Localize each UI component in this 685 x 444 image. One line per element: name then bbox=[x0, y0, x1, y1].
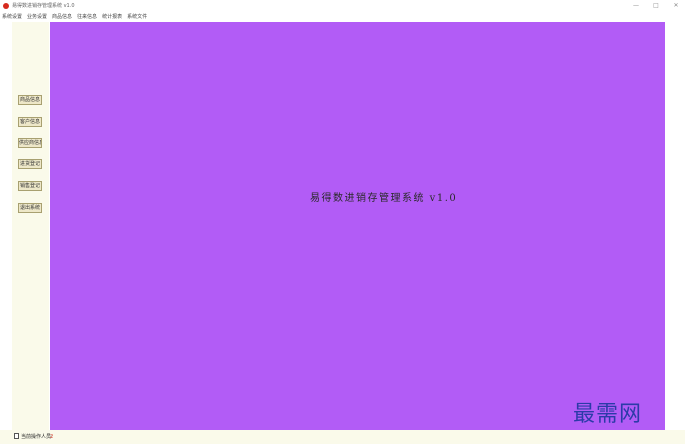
sidebar-button-customers[interactable]: 客户信息 bbox=[18, 117, 42, 127]
close-button[interactable]: ✕ bbox=[673, 0, 679, 12]
status-bar: 当前操作人员: 2 bbox=[0, 430, 685, 444]
status-count: 2 bbox=[50, 434, 54, 440]
sidebar-button-products[interactable]: 商品信息 bbox=[18, 95, 42, 105]
menu-system-files[interactable]: 系统文件 bbox=[127, 12, 147, 22]
sidebar: 商品信息 客户信息 供应商信息 进货登记 销售登记 退出系统 bbox=[12, 22, 49, 430]
title-bar: 易得数进销存管理系统 v1.0 — □ ✕ bbox=[0, 0, 685, 12]
menu-contacts-info[interactable]: 往来信息 bbox=[77, 12, 97, 22]
sidebar-button-sales[interactable]: 销售登记 bbox=[18, 181, 42, 191]
minimize-button[interactable]: — bbox=[633, 0, 639, 12]
maximize-button[interactable]: □ bbox=[653, 0, 659, 12]
status-icon bbox=[14, 433, 19, 439]
menu-system-settings[interactable]: 系统设置 bbox=[2, 12, 22, 22]
sidebar-button-purchase[interactable]: 进货登记 bbox=[18, 159, 42, 169]
window-title: 易得数进销存管理系统 v1.0 bbox=[12, 3, 75, 9]
main-title: 易得数进销存管理系统 v1.0 bbox=[310, 193, 458, 204]
app-logo-icon bbox=[3, 3, 9, 9]
sidebar-button-exit[interactable]: 退出系统 bbox=[18, 203, 42, 213]
menu-product-info[interactable]: 商品信息 bbox=[52, 12, 72, 22]
menu-business-settings[interactable]: 业务设置 bbox=[27, 12, 47, 22]
window-controls: — □ ✕ bbox=[633, 0, 679, 12]
watermark: 最需网 bbox=[573, 402, 643, 427]
sidebar-button-suppliers[interactable]: 供应商信息 bbox=[18, 138, 42, 148]
menu-bar: 系统设置 业务设置 商品信息 往来信息 统计报表 系统文件 bbox=[0, 12, 685, 22]
status-label: 当前操作人员: bbox=[21, 434, 53, 440]
main-panel bbox=[50, 22, 665, 430]
menu-reports[interactable]: 统计报表 bbox=[102, 12, 122, 22]
